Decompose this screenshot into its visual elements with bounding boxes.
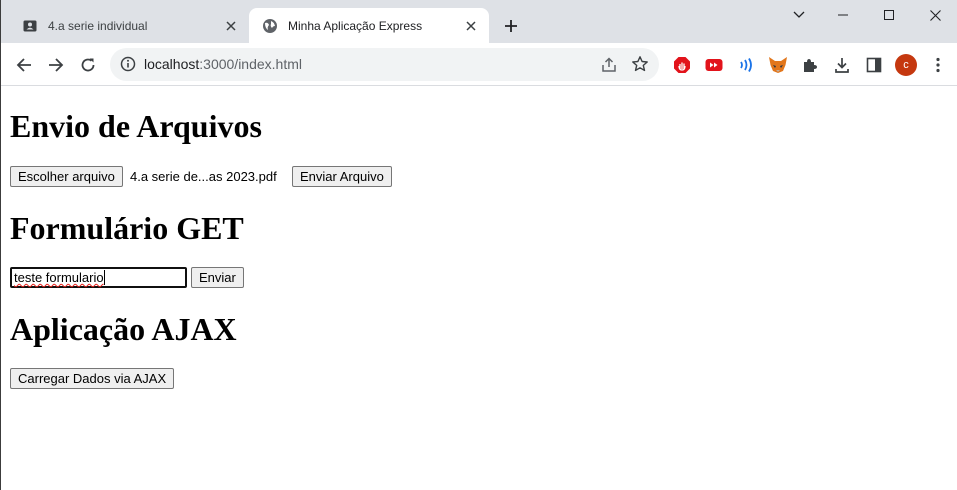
minimize-icon [838, 14, 848, 16]
maximize-icon [884, 10, 894, 20]
submit-get-button[interactable]: Enviar [191, 267, 244, 288]
close-icon[interactable] [223, 18, 239, 34]
browser-toolbar: localhost:3000/index.html c [1, 43, 957, 86]
close-icon[interactable] [463, 18, 479, 34]
submit-file-button[interactable]: Enviar Arquivo [292, 166, 392, 187]
globe-icon [262, 18, 278, 34]
new-tab-button[interactable] [500, 15, 522, 37]
wifi-signal-icon[interactable] [736, 55, 756, 75]
side-panel-icon[interactable] [864, 55, 884, 75]
arrow-left-icon [16, 58, 31, 72]
window-controls [820, 0, 957, 30]
tab-search-button[interactable] [787, 6, 811, 24]
url-host: localhost [144, 56, 200, 72]
arrow-right-icon [49, 58, 64, 72]
url-text: localhost:3000/index.html [144, 56, 302, 72]
address-bar[interactable]: localhost:3000/index.html [110, 48, 659, 81]
tab-minha-aplicacao[interactable]: Minha Aplicação Express [249, 8, 489, 43]
download-icon[interactable] [832, 55, 852, 75]
tab-title: 4.a serie individual [48, 18, 148, 33]
forward-button[interactable] [42, 51, 70, 79]
upload-heading: Envio de Arquivos [10, 108, 262, 144]
close-icon [929, 9, 941, 21]
puzzle-icon[interactable] [800, 55, 820, 75]
more-vertical-icon[interactable] [928, 55, 948, 75]
star-icon[interactable] [631, 55, 649, 73]
tab-title: Minha Aplicação Express [288, 18, 423, 33]
get-form-heading: Formulário GET [10, 210, 244, 246]
url-path: :3000/index.html [199, 56, 302, 72]
avatar[interactable]: c [895, 54, 917, 76]
tab-serie-individual[interactable]: 4.a serie individual [9, 8, 249, 43]
text-caret [103, 270, 105, 285]
share-icon[interactable] [600, 56, 618, 74]
contact-card-icon [22, 18, 38, 34]
reload-button[interactable] [74, 51, 102, 79]
chevron-down-icon [793, 11, 805, 18]
back-button[interactable] [10, 51, 38, 79]
minimize-button[interactable] [820, 0, 866, 30]
adblock-icon[interactable] [672, 55, 692, 75]
maximize-button[interactable] [866, 0, 912, 30]
tab-strip: 4.a serie individual Minha Aplicação Exp… [1, 0, 957, 43]
close-window-button[interactable] [912, 0, 957, 30]
fox-icon[interactable] [768, 55, 788, 75]
load-ajax-button[interactable]: Carregar Dados via AJAX [10, 368, 175, 389]
browser-window: 4.a serie individual Minha Aplicação Exp… [0, 0, 957, 490]
ajax-heading: Aplicação AJAX [10, 311, 237, 347]
input-value: teste formulario [14, 270, 104, 285]
plus-icon [505, 20, 517, 32]
youtube-icon[interactable] [704, 55, 724, 75]
info-icon[interactable] [120, 56, 136, 72]
reload-icon [81, 58, 95, 72]
choose-file-button[interactable]: Escolher arquivo [10, 166, 123, 187]
get-form-text-input[interactable]: teste formulario [10, 267, 187, 288]
chosen-file-name: 4.a serie de...as 2023.pdf [130, 169, 277, 184]
